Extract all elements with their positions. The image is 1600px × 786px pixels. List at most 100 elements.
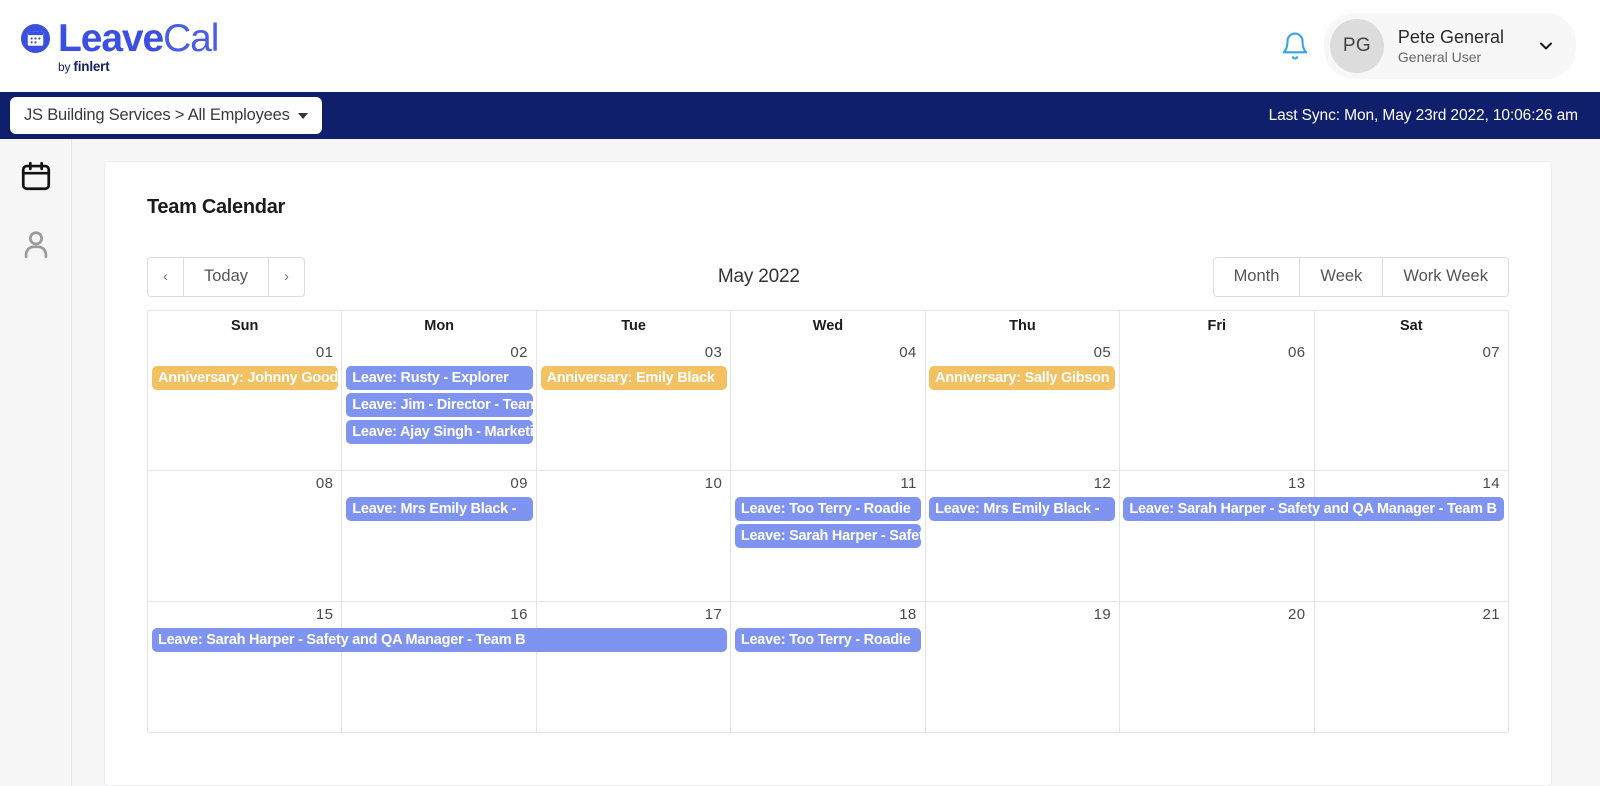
day-number: 04 <box>899 343 917 361</box>
calendar-widget: ‹ Today › May 2022 Month Week Work Week … <box>147 257 1509 733</box>
day-header-wed: Wed <box>730 310 924 340</box>
calendar-event[interactable]: Leave: Too Terry - Roadie <box>734 627 922 652</box>
calendar-day-cell[interactable]: 16 <box>341 601 535 732</box>
day-number: 05 <box>1093 343 1112 361</box>
calendar-day-cell[interactable]: 12 <box>924 470 1119 601</box>
calendar-day-cell[interactable]: 14 <box>1313 470 1508 601</box>
sidebar-item-people-icon[interactable] <box>19 227 53 261</box>
day-header-mon: Mon <box>341 310 535 340</box>
brand-word-leave: Leave <box>58 16 164 60</box>
calendar-day-cell[interactable]: 09 <box>341 470 535 601</box>
calendar-event[interactable]: Anniversary: Johnny Good <box>152 365 339 390</box>
brand-by: by <box>58 59 74 74</box>
brand-company: finlert <box>73 58 110 74</box>
view-week-button[interactable]: Week <box>1299 257 1384 297</box>
day-number: 16 <box>510 605 528 623</box>
calendar-weeks: 01 02 03 04 05 06 07 Anniversary: Johnny Good Le… <box>147 339 1509 733</box>
day-number: 14 <box>1482 474 1500 492</box>
brand-tagline: by finlert <box>58 59 110 74</box>
chevron-down-icon[interactable] <box>1536 36 1556 56</box>
day-number: 01 <box>315 343 334 361</box>
calendar-day-cell[interactable]: 18 <box>730 601 924 732</box>
calendar-event[interactable]: Anniversary: Sally Gibson <box>929 365 1116 390</box>
user-role: General User <box>1397 48 1482 65</box>
last-sync-status: Last Sync: Mon, May 23rd 2022, 10:06:26 … <box>1268 106 1579 124</box>
prev-month-button[interactable]: ‹ <box>147 257 184 297</box>
calendar-event[interactable]: Leave: Sarah Harper - Safety and QA Mana… <box>734 523 922 548</box>
notification-bell-icon[interactable] <box>1280 31 1310 61</box>
view-work-week-button[interactable]: Work Week <box>1382 257 1509 297</box>
calendar-day-cell[interactable]: 07 <box>1313 339 1508 470</box>
calendar-event[interactable]: Leave: Ajay Singh - Marketing <box>346 419 533 444</box>
today-button[interactable]: Today <box>183 257 270 297</box>
calendar-day-cell[interactable]: 15 <box>148 602 341 732</box>
left-sidebar <box>0 139 72 786</box>
caret-down-icon <box>297 112 308 119</box>
brand-wordmark: LeaveCal <box>58 16 219 60</box>
calendar-day-cell[interactable]: 05 <box>924 339 1119 470</box>
day-number: 18 <box>899 605 917 623</box>
day-number: 08 <box>315 474 334 492</box>
day-number: 19 <box>1093 605 1112 623</box>
day-number: 10 <box>704 474 723 492</box>
sidebar-item-calendar-icon[interactable] <box>19 159 53 193</box>
calendar-day-cell[interactable]: 17 <box>535 601 730 732</box>
calendar-day-cell[interactable]: 03 <box>535 339 730 470</box>
day-number: 03 <box>704 343 723 361</box>
app-shell: Team Calendar ‹ Today › May 2022 Month W… <box>0 139 1600 786</box>
calendar-day-cell[interactable]: 21 <box>1313 601 1508 732</box>
user-info: Pete General General User <box>1398 26 1504 66</box>
main-content: Team Calendar ‹ Today › May 2022 Month W… <box>72 139 1600 786</box>
view-month-button[interactable]: Month <box>1212 257 1301 297</box>
calendar-day-cell[interactable]: 10 <box>535 470 730 601</box>
calendar-day-cell[interactable]: 08 <box>148 471 341 601</box>
calendar-toolbar: ‹ Today › May 2022 Month Week Work Week <box>147 257 1509 310</box>
day-number: 21 <box>1482 605 1500 623</box>
calendar-day-cell[interactable]: 20 <box>1119 601 1313 732</box>
org-selector-label: JS Building Services > All Employees <box>24 106 290 124</box>
avatar: PG <box>1329 19 1384 73</box>
org-selector-dropdown[interactable]: JS Building Services > All Employees <box>10 97 322 134</box>
calendar-view-switcher: Month Week Work Week <box>1212 257 1509 297</box>
calendar-event[interactable]: Anniversary: Emily Black <box>540 365 727 390</box>
calendar-event[interactable]: Leave: Sarah Harper - Safety and QA Mana… <box>152 627 727 652</box>
day-header-thu: Thu <box>924 310 1119 340</box>
calendar-event[interactable]: Leave: Jim - Director - Team A <box>346 392 533 417</box>
calendar-month-title: May 2022 <box>717 265 800 287</box>
day-number: 13 <box>1288 474 1306 492</box>
day-header-sat: Sat <box>1313 310 1508 340</box>
day-number: 06 <box>1288 343 1306 361</box>
calendar-day-headers: Sun Mon Tue Wed Thu Fri Sat <box>147 309 1509 340</box>
calendar-nav-group: ‹ Today › <box>147 257 306 297</box>
calendar-day-cell[interactable]: 06 <box>1119 339 1313 470</box>
calendar-day-cell[interactable]: 01 <box>148 340 341 470</box>
top-header-bar: LeaveCal by finlert PG Pete General Gene… <box>0 0 1600 92</box>
day-header-sun: Sun <box>231 317 259 334</box>
day-header-tue: Tue <box>535 310 730 340</box>
day-number: 09 <box>510 474 528 492</box>
day-number: 12 <box>1093 474 1112 492</box>
calendar-event[interactable]: Leave: Rusty - Explorer <box>346 365 533 390</box>
calendar-event[interactable]: Leave: Mrs Emily Black - <box>929 496 1116 521</box>
calendar-week-row: 15 16 17 18 19 20 21 Leave: Sarah Harper - Safe… <box>147 601 1509 733</box>
calendar-event[interactable]: Leave: Sarah Harper - Safety and QA Mana… <box>1123 496 1504 521</box>
header-actions: PG Pete General General User <box>1280 13 1576 79</box>
day-number: 11 <box>900 474 917 492</box>
calendar-day-cell[interactable]: 19 <box>924 601 1119 732</box>
calendar-event[interactable]: Leave: Mrs Emily Black - <box>346 496 533 521</box>
calendar-week-row: 01 02 03 04 05 06 07 Anniversary: Johnny Good Le… <box>147 339 1509 471</box>
calendar-day-cell[interactable]: 13 <box>1119 470 1313 601</box>
calendar-week-row: 08 09 10 11 12 13 14 Leave: Mrs Emily Black - L… <box>147 470 1509 602</box>
app-logo[interactable]: LeaveCal by finlert <box>20 16 219 74</box>
day-number: 02 <box>510 343 528 361</box>
brand-word-cal: Cal <box>163 16 219 60</box>
org-context-bar: JS Building Services > All Employees Las… <box>0 92 1600 139</box>
calendar-circle-logo-icon <box>20 23 51 53</box>
day-number: 20 <box>1288 605 1306 623</box>
next-month-button[interactable]: › <box>268 257 306 297</box>
user-profile-menu[interactable]: PG Pete General General User <box>1323 13 1576 79</box>
calendar-event[interactable]: Leave: Too Terry - Roadie <box>734 496 922 521</box>
user-name: Pete General <box>1397 27 1504 47</box>
page-title: Team Calendar <box>147 196 286 218</box>
calendar-day-cell[interactable]: 04 <box>730 339 924 470</box>
